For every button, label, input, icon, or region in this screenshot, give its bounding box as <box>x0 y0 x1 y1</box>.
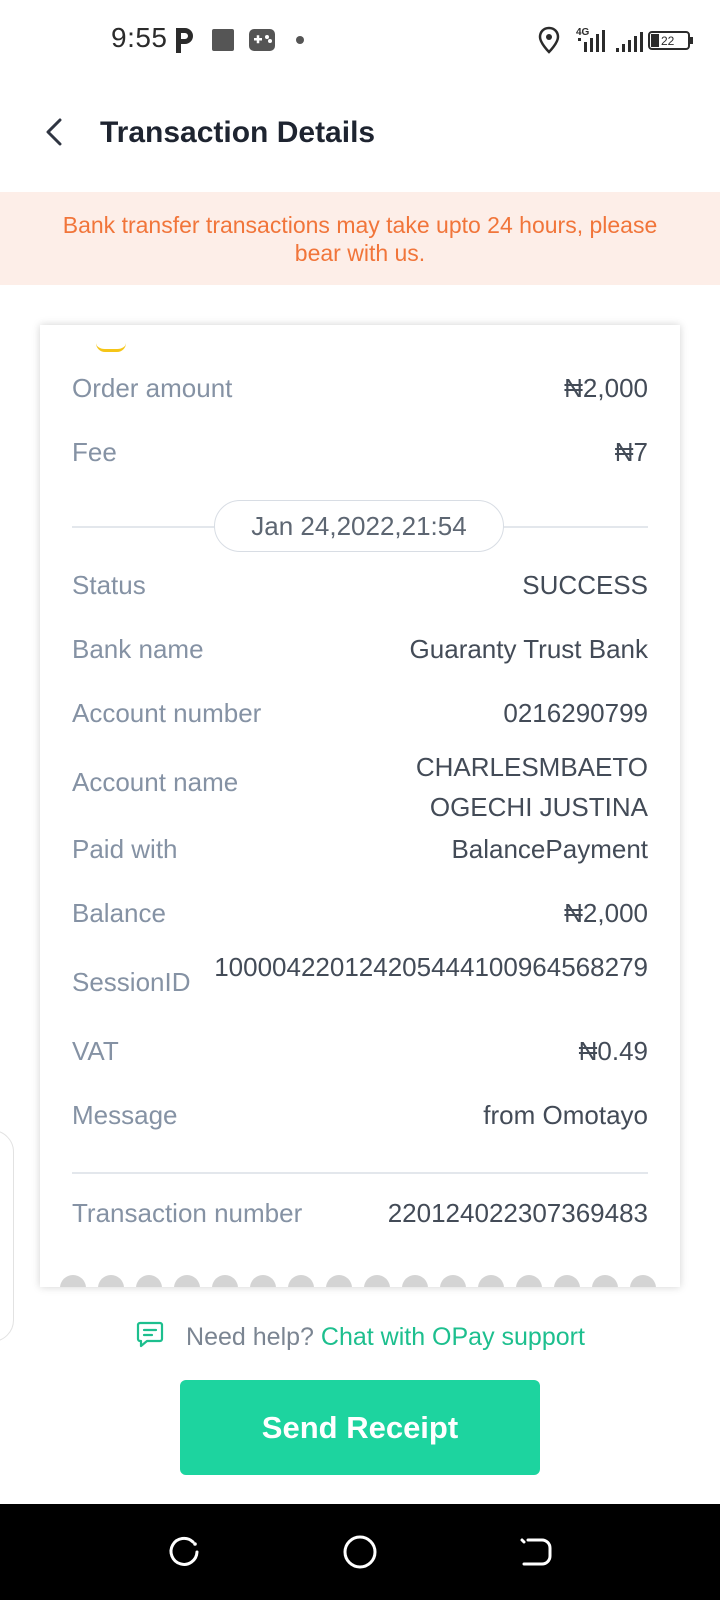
fee-label: Fee <box>72 437 117 467</box>
help-prefix: Need help? <box>186 1322 314 1351</box>
back-icon[interactable] <box>516 1532 556 1572</box>
gamepad-notification-icon <box>249 29 275 51</box>
battery-icon: 22 <box>648 31 693 50</box>
account-name-label: Account name <box>72 767 239 797</box>
notice-banner: Bank transfer transactions may take upto… <box>0 192 720 285</box>
chat-support-link[interactable]: Chat with OPay support <box>321 1323 585 1351</box>
transaction-number-value: 220124022307369483 <box>387 1198 648 1228</box>
page-title: Transaction Details <box>100 116 376 149</box>
home-icon[interactable] <box>340 1532 380 1572</box>
app-header: Transaction Details <box>0 80 720 192</box>
paid-with-label: Paid with <box>72 834 178 864</box>
paid-with-value: BalancePayment <box>451 834 648 864</box>
balance-label: Balance <box>72 898 166 928</box>
section-divider <box>72 1172 648 1174</box>
receipt-scalloped-edge <box>40 1271 680 1287</box>
account-number-value: 0216290799 <box>503 698 648 728</box>
parking-notification-icon <box>176 28 193 53</box>
status-time: 9:55 <box>111 22 168 53</box>
transaction-number-label: Transaction number <box>72 1198 303 1228</box>
send-receipt-button[interactable]: Send Receipt <box>180 1380 540 1475</box>
session-id-label: SessionID <box>72 967 191 997</box>
dot-icon <box>296 36 304 44</box>
side-panel-edge <box>0 1130 14 1342</box>
stop-notification-icon <box>212 29 234 51</box>
account-name-row: Account name CHARLESMBAETO OGECHI JUSTIN… <box>72 752 648 833</box>
svg-text:4G: 4G <box>576 27 590 38</box>
status-label: Status <box>72 570 146 600</box>
message-value: from Omotayo <box>483 1100 648 1130</box>
status-value: SUCCESS <box>522 570 648 600</box>
message-label: Message <box>72 1100 178 1130</box>
chevron-left-icon[interactable] <box>36 112 76 152</box>
vat-value: ₦0.49 <box>578 1036 648 1066</box>
location-icon <box>538 26 560 54</box>
system-nav-bar <box>0 1504 720 1600</box>
order-amount-value: ₦2,000 <box>564 373 648 403</box>
bank-name-value: Guaranty Trust Bank <box>409 634 648 664</box>
account-number-label: Account number <box>72 698 262 728</box>
help-row: Need help? Chat with OPay support <box>0 1322 720 1362</box>
signal-icon <box>616 32 643 52</box>
session-id-value: 100004220124205444100964568279 <box>214 952 648 982</box>
battery-level: 22 <box>661 34 675 48</box>
order-amount-label: Order amount <box>72 373 233 403</box>
transaction-date: Jan 24,2022,21:54 <box>214 500 504 552</box>
receipt-card: Order amount ₦2,000 Fee ₦7 Jan 24,2022,2… <box>40 325 680 1287</box>
recents-icon[interactable] <box>164 1532 204 1572</box>
chat-icon <box>136 1322 164 1348</box>
session-id-row: SessionID 100004220124205444100964568279 <box>72 952 648 1035</box>
account-name-value: CHARLESMBAETO OGECHI JUSTINA <box>415 752 648 822</box>
vat-label: VAT <box>72 1036 119 1066</box>
status-bar: 9:55 4G 22 <box>0 0 720 80</box>
card-top-arc <box>96 343 126 352</box>
signal-4g-icon: 4G <box>576 27 605 52</box>
fee-value: ₦7 <box>614 437 648 467</box>
balance-value: ₦2,000 <box>564 898 648 928</box>
bank-name-label: Bank name <box>72 634 204 664</box>
